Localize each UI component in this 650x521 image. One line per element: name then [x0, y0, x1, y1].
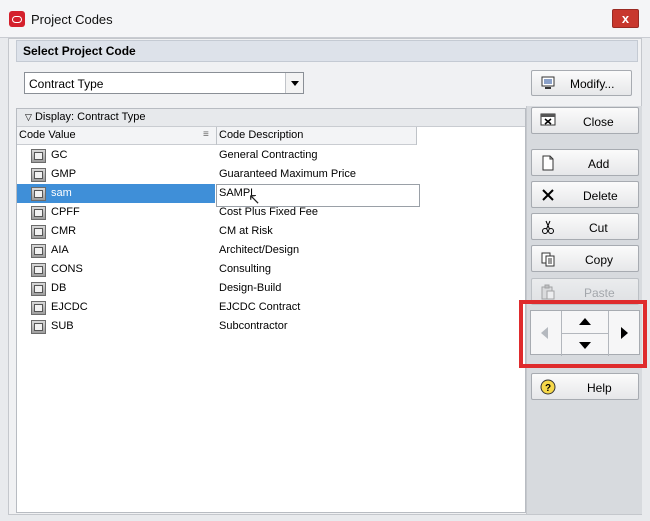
table-row[interactable]: CMR CM at Risk	[17, 222, 525, 241]
close-button[interactable]: Close	[531, 107, 639, 134]
code-icon	[31, 282, 46, 296]
project-code-select[interactable]: Contract Type	[24, 72, 304, 94]
table-row[interactable]: EJCDC EJCDC Contract	[17, 298, 525, 317]
delete-x-icon	[540, 187, 556, 203]
oracle-app-icon	[9, 11, 25, 27]
copy-button[interactable]: Copy	[531, 245, 639, 272]
table-row[interactable]: CONS Consulting	[17, 260, 525, 279]
column-divider[interactable]	[416, 127, 417, 145]
window-close-button[interactable]: x	[612, 9, 639, 28]
code-icon	[31, 320, 46, 334]
svg-text:?: ?	[545, 383, 551, 394]
table-row-selected[interactable]: sam SAMPL ↖	[17, 184, 525, 208]
table-row[interactable]: DB Design-Build	[17, 279, 525, 298]
add-button[interactable]: Add	[531, 149, 639, 176]
code-icon	[31, 149, 46, 163]
code-icon	[31, 244, 46, 258]
code-icon	[31, 168, 46, 182]
code-value-cell[interactable]: SUB	[17, 317, 215, 336]
code-value-cell[interactable]: GC	[17, 146, 215, 165]
code-grid: ▽ Display: Contract Type Code Value ≡ Co…	[16, 108, 526, 513]
code-value-cell[interactable]: AIA	[17, 241, 215, 260]
close-window-icon	[540, 112, 556, 128]
code-description-cell[interactable]: Guaranteed Maximum Price	[219, 168, 356, 180]
code-description-cell[interactable]: Design-Build	[219, 282, 281, 294]
highlight-box	[519, 300, 647, 368]
code-value-cell[interactable]: DB	[17, 279, 215, 298]
cut-button[interactable]: Cut	[531, 213, 639, 240]
delete-button[interactable]: Delete	[531, 181, 639, 208]
table-row[interactable]: SUB Subcontractor	[17, 317, 525, 336]
code-value-cell[interactable]: CPFF	[17, 203, 215, 222]
chevron-down-icon: ▽	[25, 112, 32, 122]
table-row[interactable]: GMP Guaranteed Maximum Price	[17, 165, 525, 184]
code-value-cell[interactable]: sam	[17, 184, 215, 203]
section-title: Select Project Code	[16, 40, 638, 62]
code-icon	[31, 187, 46, 201]
code-icon	[31, 206, 46, 220]
help-button[interactable]: ? Help	[531, 373, 639, 400]
code-description-cell[interactable]: EJCDC Contract	[219, 301, 300, 313]
code-description-cell[interactable]: Architect/Design	[219, 244, 299, 256]
monitor-icon	[540, 75, 556, 91]
table-row[interactable]: CPFF Cost Plus Fixed Fee	[17, 203, 525, 222]
window-title: Project Codes	[31, 12, 113, 27]
code-description-cell[interactable]: Subcontractor	[219, 320, 287, 332]
code-description-cell[interactable]: Cost Plus Fixed Fee	[219, 206, 318, 218]
help-icon: ?	[539, 378, 556, 395]
code-icon	[31, 301, 46, 315]
code-value-cell[interactable]: CMR	[17, 222, 215, 241]
modify-button-label: Modify...	[570, 77, 615, 91]
column-menu-icon[interactable]: ≡	[203, 129, 209, 140]
code-description-cell[interactable]: CM at Risk	[219, 225, 273, 237]
column-header-code-description[interactable]: Code Description	[217, 127, 416, 145]
code-icon	[31, 225, 46, 239]
modify-button[interactable]: Modify...	[531, 70, 632, 96]
code-value-cell[interactable]: EJCDC	[17, 298, 215, 317]
code-icon	[31, 263, 46, 277]
code-value-cell[interactable]: CONS	[17, 260, 215, 279]
new-document-icon	[540, 155, 556, 171]
code-value-cell[interactable]: GMP	[17, 165, 215, 184]
project-code-select-value: Contract Type	[29, 77, 104, 91]
scissors-icon	[540, 219, 556, 235]
column-header-code-value[interactable]: Code Value ≡	[17, 127, 216, 145]
paste-icon	[540, 284, 556, 300]
table-row[interactable]: AIA Architect/Design	[17, 241, 525, 260]
display-bar[interactable]: ▽ Display: Contract Type	[17, 109, 525, 127]
code-description-cell[interactable]: Consulting	[219, 263, 271, 275]
display-label: Display: Contract Type	[34, 111, 146, 123]
table-row[interactable]: GC General Contracting	[17, 146, 525, 165]
copy-icon	[540, 251, 556, 267]
chevron-down-icon[interactable]	[285, 73, 303, 93]
code-description-cell[interactable]: General Contracting	[219, 149, 317, 161]
